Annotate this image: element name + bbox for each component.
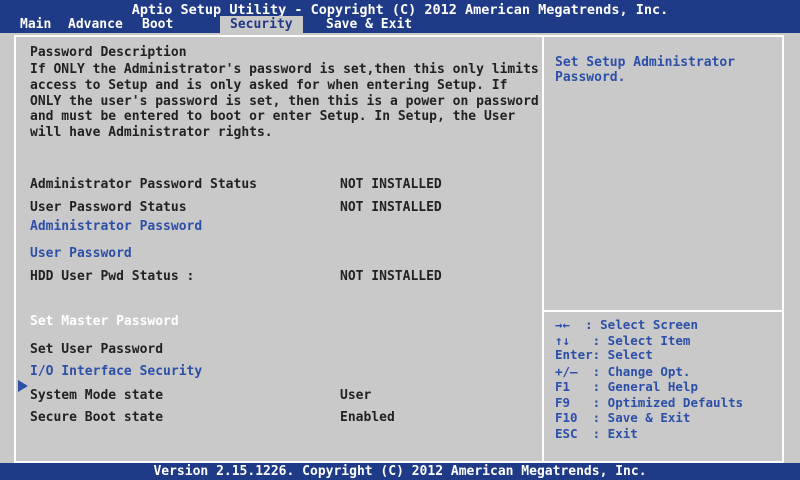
key-select-screen: →← : Select Screen	[555, 317, 698, 332]
tab-advance[interactable]: Advance	[66, 16, 125, 33]
tab-security[interactable]: Security	[220, 16, 303, 33]
key-optimized-defaults: F9 : Optimized Defaults	[555, 395, 744, 410]
key-exit: ESC : Exit	[555, 426, 638, 441]
section-title: Password Description	[30, 45, 187, 60]
admin-status-value: NOT INSTALLED	[340, 177, 442, 192]
tab-save-exit[interactable]: Save & Exit	[324, 16, 414, 33]
hdd-status-value: NOT INSTALLED	[340, 269, 442, 284]
selection-arrow-icon	[18, 380, 28, 392]
header-bar: Aptio Setup Utility - Copyright (C) 2012…	[0, 0, 800, 33]
help-divider	[544, 310, 782, 312]
key-change-opt: +/— : Change Opt.	[555, 364, 691, 379]
set-user-password-item[interactable]: Set User Password	[30, 342, 163, 358]
hdd-status-label: HDD User Pwd Status :	[30, 269, 195, 284]
admin-status-label: Administrator Password Status	[30, 177, 257, 192]
panel-divider	[542, 35, 544, 463]
tab-main[interactable]: Main	[18, 16, 53, 33]
user-status-label: User Password Status	[30, 200, 187, 215]
secure-boot-value: Enabled	[340, 410, 395, 425]
io-interface-security-item[interactable]: I/O Interface Security	[30, 364, 202, 380]
key-enter: Enter: Select	[555, 347, 653, 362]
user-password-item[interactable]: User Password	[30, 246, 132, 262]
help-text: Set Setup Administrator Password.	[555, 55, 736, 85]
key-general-help: F1 : General Help	[555, 379, 698, 394]
set-master-password-item[interactable]: Set Master Password	[30, 314, 179, 330]
tab-boot[interactable]: Boot	[140, 16, 175, 33]
password-description: If ONLY the Administrator's password is …	[30, 62, 539, 141]
admin-password-item[interactable]: Administrator Password	[30, 219, 202, 235]
system-mode-value: User	[340, 388, 372, 403]
user-status-value: NOT INSTALLED	[340, 200, 442, 215]
system-mode-label: System Mode state	[30, 388, 164, 403]
footer-bar: Version 2.15.1226. Copyright (C) 2012 Am…	[0, 463, 800, 480]
key-save-exit: F10 : Save & Exit	[555, 410, 691, 425]
secure-boot-label: Secure Boot state	[30, 410, 164, 425]
